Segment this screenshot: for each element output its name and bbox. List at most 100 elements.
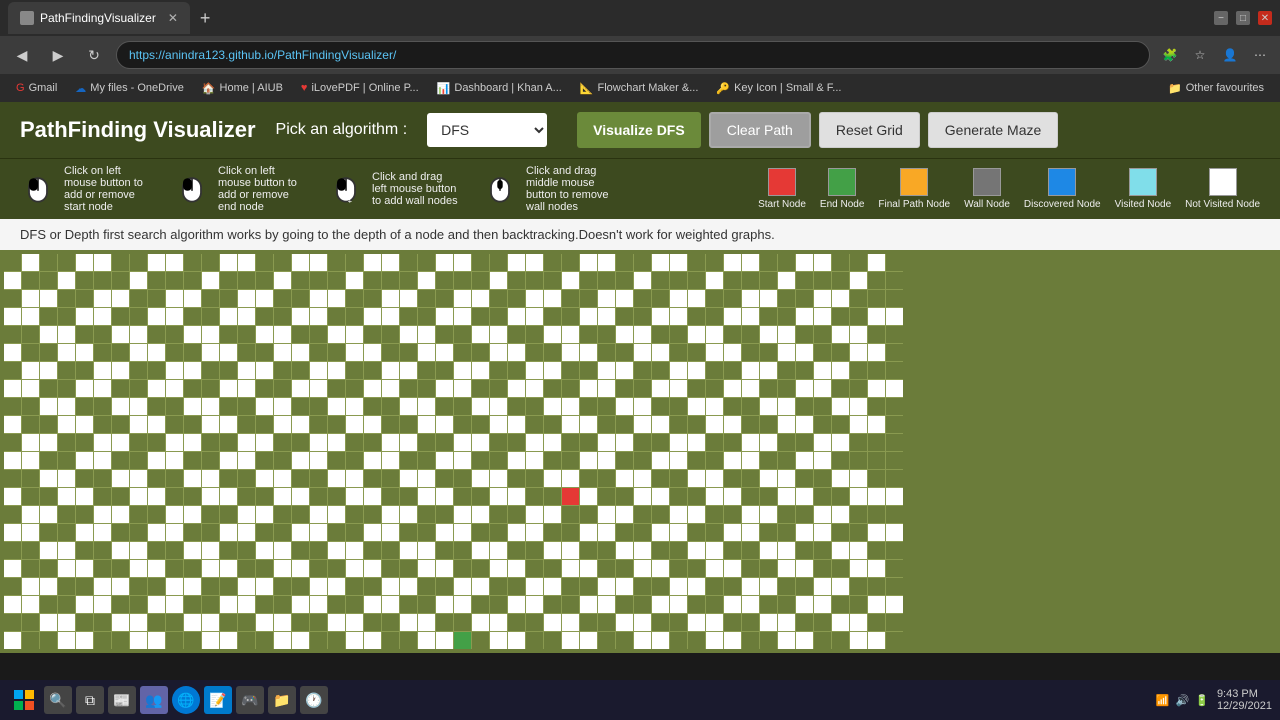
cell[interactable] xyxy=(364,362,381,379)
cell[interactable] xyxy=(508,578,525,595)
cell[interactable] xyxy=(616,560,633,577)
cell[interactable] xyxy=(76,560,93,577)
cell[interactable] xyxy=(22,416,39,433)
cell[interactable] xyxy=(130,632,147,649)
cell[interactable] xyxy=(40,272,57,289)
cell[interactable] xyxy=(742,434,759,451)
cell[interactable] xyxy=(796,380,813,397)
cell[interactable] xyxy=(328,560,345,577)
cell[interactable] xyxy=(454,380,471,397)
cell[interactable] xyxy=(22,290,39,307)
cell[interactable] xyxy=(112,272,129,289)
cell[interactable] xyxy=(886,326,903,343)
cell[interactable] xyxy=(544,452,561,469)
cell[interactable] xyxy=(724,506,741,523)
cell[interactable] xyxy=(436,344,453,361)
cell[interactable] xyxy=(220,434,237,451)
cell[interactable] xyxy=(634,308,651,325)
cell[interactable] xyxy=(526,470,543,487)
cell[interactable] xyxy=(796,596,813,613)
cell[interactable] xyxy=(58,506,75,523)
cell[interactable] xyxy=(490,308,507,325)
cell[interactable] xyxy=(400,344,417,361)
cell[interactable] xyxy=(598,524,615,541)
cell[interactable] xyxy=(760,524,777,541)
cell[interactable] xyxy=(418,470,435,487)
cell[interactable] xyxy=(706,560,723,577)
cell[interactable] xyxy=(454,416,471,433)
cell[interactable] xyxy=(526,254,543,271)
cell[interactable] xyxy=(256,452,273,469)
active-tab[interactable]: PathFindingVisualizer ✕ xyxy=(8,2,190,34)
cell[interactable] xyxy=(796,524,813,541)
cell[interactable] xyxy=(508,560,525,577)
cell[interactable] xyxy=(598,560,615,577)
cell[interactable] xyxy=(58,470,75,487)
menu-icon[interactable]: ⋯ xyxy=(1248,43,1272,67)
cell[interactable] xyxy=(436,452,453,469)
cell[interactable] xyxy=(778,290,795,307)
cell[interactable] xyxy=(490,506,507,523)
cell[interactable] xyxy=(832,308,849,325)
cell[interactable] xyxy=(706,272,723,289)
cell[interactable] xyxy=(508,362,525,379)
cell[interactable] xyxy=(346,362,363,379)
cell[interactable] xyxy=(688,578,705,595)
cell[interactable] xyxy=(436,290,453,307)
cell[interactable] xyxy=(526,596,543,613)
cell[interactable] xyxy=(652,308,669,325)
teams-icon[interactable]: 👥 xyxy=(140,686,168,714)
cell[interactable] xyxy=(472,254,489,271)
cell[interactable] xyxy=(670,506,687,523)
cell[interactable] xyxy=(364,560,381,577)
cell[interactable] xyxy=(58,398,75,415)
cell[interactable] xyxy=(526,434,543,451)
cell[interactable] xyxy=(238,380,255,397)
cell[interactable] xyxy=(544,308,561,325)
cell[interactable] xyxy=(40,524,57,541)
cell[interactable] xyxy=(94,452,111,469)
cell[interactable] xyxy=(724,254,741,271)
cell[interactable] xyxy=(472,416,489,433)
cell[interactable] xyxy=(40,614,57,631)
cell[interactable] xyxy=(580,452,597,469)
cell[interactable] xyxy=(616,416,633,433)
cell[interactable] xyxy=(472,524,489,541)
cell[interactable] xyxy=(454,272,471,289)
cell[interactable] xyxy=(418,488,435,505)
cell[interactable] xyxy=(76,326,93,343)
cell[interactable] xyxy=(796,272,813,289)
cell[interactable] xyxy=(508,290,525,307)
cell[interactable] xyxy=(292,470,309,487)
cell[interactable] xyxy=(76,452,93,469)
cell[interactable] xyxy=(130,398,147,415)
cell[interactable] xyxy=(886,272,903,289)
cell[interactable] xyxy=(634,254,651,271)
cell[interactable] xyxy=(850,398,867,415)
cell[interactable] xyxy=(202,326,219,343)
cell[interactable] xyxy=(868,488,885,505)
cell[interactable] xyxy=(76,596,93,613)
bookmark-ilovepdf[interactable]: ♥ iLovePDF | Online P... xyxy=(293,80,427,96)
cell[interactable] xyxy=(868,542,885,559)
cell[interactable] xyxy=(886,254,903,271)
cell[interactable] xyxy=(508,398,525,415)
cell[interactable] xyxy=(184,308,201,325)
cell[interactable] xyxy=(76,380,93,397)
cell[interactable] xyxy=(148,362,165,379)
cell[interactable] xyxy=(490,632,507,649)
cell[interactable] xyxy=(202,470,219,487)
cell[interactable] xyxy=(670,560,687,577)
cell[interactable] xyxy=(346,614,363,631)
cell[interactable] xyxy=(238,578,255,595)
pathfinding-grid[interactable] xyxy=(4,254,903,649)
cell[interactable] xyxy=(796,488,813,505)
cell[interactable] xyxy=(292,524,309,541)
cell[interactable] xyxy=(256,272,273,289)
cell[interactable] xyxy=(418,560,435,577)
cell[interactable] xyxy=(832,416,849,433)
back-button[interactable]: ◀ xyxy=(8,41,36,69)
cell[interactable] xyxy=(742,308,759,325)
cell[interactable] xyxy=(760,290,777,307)
cell[interactable] xyxy=(814,398,831,415)
